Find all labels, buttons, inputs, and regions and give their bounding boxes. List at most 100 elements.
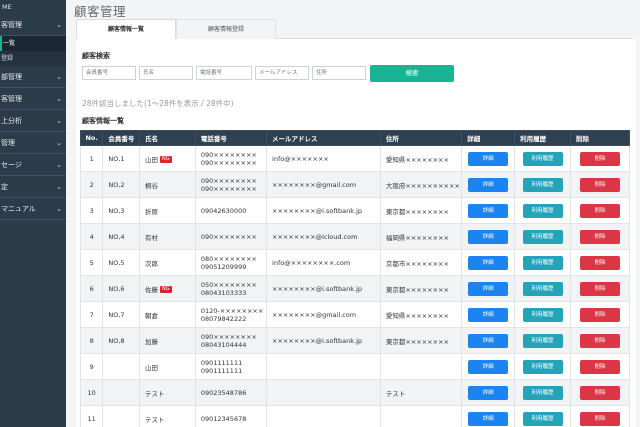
search-button[interactable]: 検索 <box>370 65 454 82</box>
cell-member: NO,4 <box>102 223 140 250</box>
cell-no: 10 <box>79 379 104 406</box>
detail-button[interactable]: 詳細 <box>468 229 509 244</box>
phone-input[interactable] <box>196 66 252 80</box>
address-input[interactable] <box>312 66 366 80</box>
detail-button[interactable]: 詳細 <box>468 203 509 218</box>
history-button[interactable]: 利用履歴 <box>522 385 563 400</box>
cell-no: 11 <box>79 405 104 427</box>
history-button[interactable]: 利用履歴 <box>522 411 563 426</box>
detail-button[interactable]: 詳細 <box>468 255 509 270</box>
customer-name: 折原 <box>144 207 158 216</box>
cell-phone: 0901111111 0901111111 <box>194 353 268 380</box>
cell-detail: 詳細 <box>461 223 516 250</box>
cell-member: NO,1 <box>102 145 140 172</box>
chevron-down-icon: ⌄ <box>56 94 62 103</box>
sidebar-subitem-register[interactable]: 登録 <box>0 51 66 66</box>
cell-phone-2: 08079842222 <box>200 314 247 323</box>
cell-phone-2: 0901111111 <box>200 366 243 375</box>
cell-detail: 詳細 <box>461 197 516 224</box>
sidebar-item-manual[interactable]: マニュアル ⌄ <box>0 198 66 220</box>
delete-button[interactable]: 削除 <box>579 307 620 322</box>
cell-delete: 削除 <box>569 327 631 354</box>
cell-name: 山田 <box>138 353 196 380</box>
sidebar-item-customer[interactable]: 客管理 ⌄ <box>0 14 66 36</box>
sidebar-item-sales-analysis[interactable]: 上分析 ⌄ <box>0 110 66 132</box>
cell-detail: 詳細 <box>461 301 516 328</box>
cell-phone: 090×××××××× 090×××××××× <box>194 145 268 172</box>
cell-email <box>266 353 381 380</box>
cell-phone-2: 090×××××××× <box>200 158 257 167</box>
col-header-no: No. <box>79 130 104 146</box>
cell-email: ××××××××@gmail.com <box>266 301 381 328</box>
tab-customer-register[interactable]: 顧客情報登録 <box>176 19 276 39</box>
history-button[interactable]: 利用履歴 <box>522 281 563 296</box>
sidebar-item-customer-2[interactable]: 客管理 ⌄ <box>0 88 66 110</box>
detail-button[interactable]: 詳細 <box>468 385 509 400</box>
cell-history: 利用履歴 <box>514 171 571 198</box>
customer-name: 加藤 <box>144 337 158 346</box>
col-header-history: 利用履歴 <box>514 130 571 146</box>
table-row: 10 テスト 09023548786 テスト 詳細 利用履歴 削除 <box>79 379 631 406</box>
delete-button[interactable]: 削除 <box>579 177 620 192</box>
tab-customer-list[interactable]: 顧客情報一覧 <box>76 19 176 40</box>
detail-button[interactable]: 詳細 <box>468 281 509 296</box>
detail-button[interactable]: 詳細 <box>468 411 509 426</box>
sidebar-home-link[interactable]: ME <box>0 0 66 14</box>
cell-email: ××××××××@icloud.com <box>266 223 381 250</box>
cell-name: 桐谷 <box>138 171 196 198</box>
cell-history: 利用履歴 <box>514 275 571 302</box>
history-button[interactable]: 利用履歴 <box>522 229 563 244</box>
history-button[interactable]: 利用履歴 <box>522 177 563 192</box>
detail-button[interactable]: 詳細 <box>468 177 509 192</box>
delete-button[interactable]: 削除 <box>579 333 620 348</box>
delete-button[interactable]: 削除 <box>579 411 620 426</box>
sidebar-item-label: 部管理 <box>1 72 22 81</box>
customer-name: テスト <box>144 415 165 424</box>
cell-name: 次郎 <box>138 249 196 276</box>
cell-phone-1: 090×××××××× <box>200 176 257 185</box>
detail-button[interactable]: 詳細 <box>468 333 509 348</box>
detail-button[interactable]: 詳細 <box>468 359 509 374</box>
customer-name: 有村 <box>144 233 158 242</box>
cell-phone: 09012345678 <box>194 405 268 427</box>
table-row: 4 NO,4 有村 090×××××××× ××××××××@icloud.com 福岡県… <box>79 223 631 250</box>
delete-button[interactable]: 削除 <box>579 229 620 244</box>
table-row: 11 テスト 09012345678 詳細 利用履歴 削除 <box>79 405 631 427</box>
delete-button[interactable]: 削除 <box>579 281 620 296</box>
history-button[interactable]: 利用履歴 <box>522 203 563 218</box>
col-header-email: メールアドレス <box>266 130 381 146</box>
cell-phone: 090×××××××× 08043104444 <box>194 327 268 354</box>
cell-phone: 050×××××××× 08043103333 <box>194 275 268 302</box>
sidebar-item-department[interactable]: 部管理 ⌄ <box>0 66 66 88</box>
ng-badge: NG <box>159 286 172 293</box>
delete-button[interactable]: 削除 <box>579 255 620 270</box>
history-button[interactable]: 利用履歴 <box>522 307 563 322</box>
member-number-input[interactable] <box>82 66 136 80</box>
cell-phone-1: 0120-×××××××× <box>200 306 264 315</box>
cell-email: ××××××××@gmail.com <box>266 171 381 198</box>
cell-email: info@××××××× <box>266 145 381 172</box>
cell-phone-2: 09051209999 <box>200 262 247 271</box>
delete-button[interactable]: 削除 <box>579 359 620 374</box>
cell-address <box>379 405 463 427</box>
delete-button[interactable]: 削除 <box>579 203 620 218</box>
delete-button[interactable]: 削除 <box>579 385 620 400</box>
history-button[interactable]: 利用履歴 <box>522 333 563 348</box>
history-button[interactable]: 利用履歴 <box>522 255 563 270</box>
page-title: 顧客管理 <box>74 4 127 19</box>
delete-button[interactable]: 削除 <box>579 151 620 166</box>
sidebar-subitem-list[interactable]: 一覧 <box>0 36 66 51</box>
tab-bar: 顧客情報一覧 顧客情報登録 <box>76 19 632 40</box>
sidebar-item-message[interactable]: セージ ⌄ <box>0 154 66 176</box>
name-input[interactable] <box>139 66 193 80</box>
history-button[interactable]: 利用履歴 <box>522 151 563 166</box>
chevron-down-icon: ⌄ <box>56 138 62 147</box>
customer-name: 佐藤 <box>144 285 158 294</box>
history-button[interactable]: 利用履歴 <box>522 359 563 374</box>
sidebar-item-settings[interactable]: 定 ⌄ <box>0 176 66 198</box>
email-input[interactable] <box>255 66 309 80</box>
sidebar-item-management[interactable]: 管理 ⌄ <box>0 132 66 154</box>
detail-button[interactable]: 詳細 <box>468 151 509 166</box>
cell-name: 朝倉 <box>138 301 196 328</box>
detail-button[interactable]: 詳細 <box>468 307 509 322</box>
